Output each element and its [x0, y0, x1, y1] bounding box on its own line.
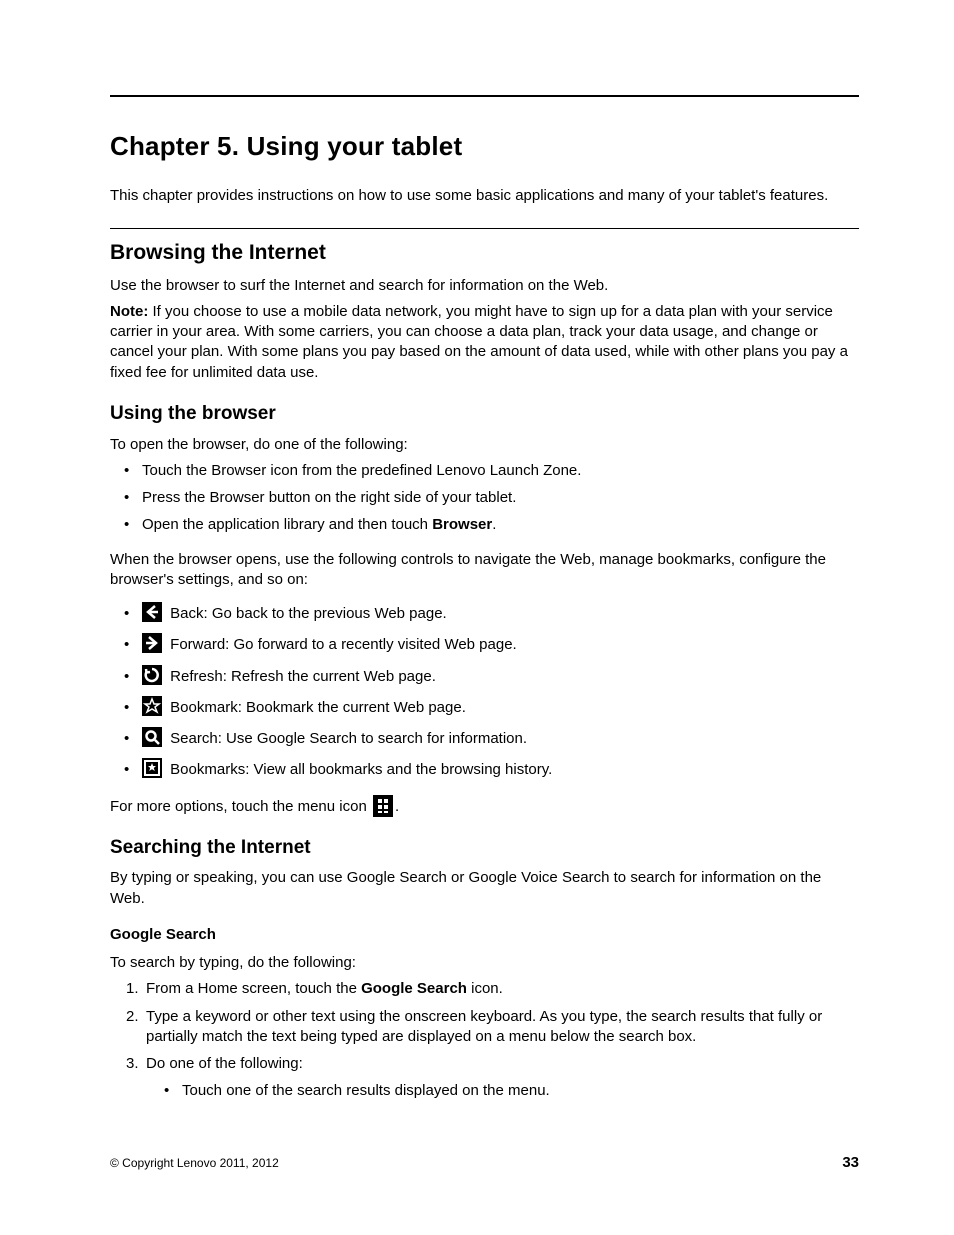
refresh-icon: [142, 665, 162, 685]
note-body: If you choose to use a mobile data netwo…: [110, 303, 848, 381]
browser-controls-list: Back: Go back to the previous Web page. …: [110, 602, 859, 781]
list-item: 1. From a Home screen, touch the Google …: [128, 979, 859, 999]
control-label: Search: Use Google Search to search for …: [166, 730, 527, 747]
bookmarks-icon: [142, 758, 162, 778]
more-options-pre: For more options, touch the menu icon: [110, 798, 371, 815]
chapter-title: Chapter 5. Using your tablet: [110, 129, 859, 164]
using-browser-p1: To open the browser, do one of the follo…: [110, 435, 859, 455]
using-browser-p2: When the browser opens, use the followin…: [110, 550, 859, 591]
step-number: 1.: [126, 979, 139, 999]
control-label: Bookmark: Bookmark the current Web page.: [166, 699, 466, 716]
step2-text: Type a keyword or other text using the o…: [146, 1008, 822, 1045]
list-item-text-post: .: [492, 516, 496, 533]
control-label: Refresh: Refresh the current Web page.: [166, 668, 436, 685]
control-label: Forward: Go forward to a recently visite…: [166, 636, 517, 653]
note-label: Note:: [110, 303, 148, 320]
section-heading-browsing: Browsing the Internet: [110, 239, 859, 267]
searching-p1: By typing or speaking, you can use Googl…: [110, 868, 859, 909]
section-heading-searching: Searching the Internet: [110, 835, 859, 861]
search-steps-list: 1. From a Home screen, touch the Google …: [110, 979, 859, 1101]
browser-bold: Browser: [432, 516, 492, 533]
list-item: Bookmarks: View all bookmarks and the br…: [128, 758, 859, 780]
list-item: Touch the Browser icon from the predefin…: [128, 461, 859, 481]
step1-post: icon.: [467, 980, 503, 997]
step3-sublist: Touch one of the search results displaye…: [146, 1081, 859, 1101]
page-footer: © Copyright Lenovo 2011, 2012 33: [110, 1153, 859, 1173]
step3-text: Do one of the following:: [146, 1055, 303, 1072]
list-item: Press the Browser button on the right si…: [128, 488, 859, 508]
searching-p2: To search by typing, do the following:: [110, 953, 859, 973]
page-number: 33: [842, 1153, 859, 1173]
list-item: Search: Use Google Search to search for …: [128, 727, 859, 749]
section-heading-using-browser: Using the browser: [110, 401, 859, 427]
list-item: Bookmark: Bookmark the current Web page.: [128, 696, 859, 718]
google-search-subheading: Google Search: [110, 925, 859, 945]
google-search-bold: Google Search: [361, 980, 467, 997]
list-item: 3. Do one of the following: Touch one of…: [128, 1054, 859, 1102]
step-number: 3.: [126, 1054, 139, 1074]
search-icon: [142, 727, 162, 747]
top-horizontal-rule: [110, 95, 859, 97]
step-number: 2.: [126, 1007, 139, 1027]
forward-icon: [142, 633, 162, 653]
back-icon: [142, 602, 162, 622]
more-options-post: .: [395, 798, 399, 815]
list-item: Back: Go back to the previous Web page.: [128, 602, 859, 624]
control-label: Back: Go back to the previous Web page.: [166, 605, 447, 622]
list-item: Touch one of the search results displaye…: [168, 1081, 859, 1101]
list-item-text: Open the application library and then to…: [142, 516, 432, 533]
list-item: Forward: Go forward to a recently visite…: [128, 633, 859, 655]
chapter-intro: This chapter provides instructions on ho…: [110, 186, 859, 206]
copyright-text: © Copyright Lenovo 2011, 2012: [110, 1155, 279, 1171]
list-item: 2. Type a keyword or other text using th…: [128, 1007, 859, 1048]
list-item: Open the application library and then to…: [128, 515, 859, 535]
step1-pre: From a Home screen, touch the: [146, 980, 361, 997]
menu-icon: [373, 795, 393, 817]
control-label: Bookmarks: View all bookmarks and the br…: [166, 761, 552, 778]
browsing-p1: Use the browser to surf the Internet and…: [110, 276, 859, 296]
open-browser-list: Touch the Browser icon from the predefin…: [110, 461, 859, 536]
bookmark-icon: [142, 696, 162, 716]
list-item: Refresh: Refresh the current Web page.: [128, 665, 859, 687]
more-options-line: For more options, touch the menu icon .: [110, 795, 859, 817]
section-rule: [110, 228, 859, 229]
browsing-note: Note: If you choose to use a mobile data…: [110, 302, 859, 383]
